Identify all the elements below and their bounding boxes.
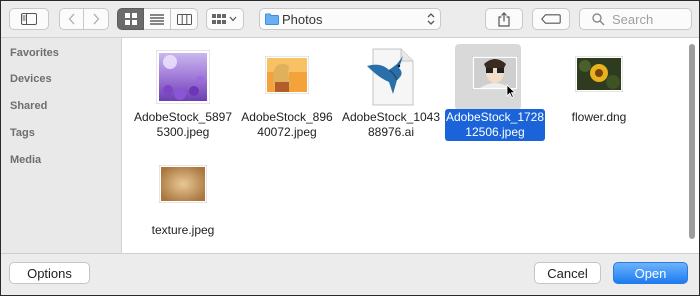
image-thumbnail (575, 56, 623, 92)
view-mode-selector (117, 8, 198, 30)
file-item-selected[interactable]: AdobeStock_1728 12506.jpeg (443, 40, 547, 144)
file-name: texture.jpeg (151, 223, 215, 237)
toolbar: Photos Search (1, 1, 699, 38)
search-placeholder: Search (612, 12, 654, 27)
grid-icon (124, 13, 137, 25)
options-button[interactable]: Options (9, 262, 90, 284)
file-item[interactable]: AdobeStock_1043 88976.ai (339, 40, 443, 144)
document-thumbnail (367, 48, 415, 106)
chevron-left-icon (68, 13, 75, 25)
chevron-right-icon (93, 13, 100, 25)
image-thumbnail (156, 50, 210, 104)
file-name: AdobeStock_1043 88976.ai (341, 110, 441, 139)
view-icons-button[interactable] (117, 8, 144, 30)
columns-icon (176, 13, 192, 25)
view-columns-button[interactable] (171, 8, 198, 30)
file-name: flower.dng (571, 110, 627, 124)
cancel-button[interactable]: Cancel (534, 262, 601, 284)
history-nav (59, 8, 109, 30)
location-popup[interactable]: Photos (259, 8, 441, 30)
scrollbar[interactable] (689, 44, 695, 239)
search-field[interactable]: Search (579, 8, 692, 30)
footer: Options Cancel Open (1, 253, 699, 295)
tag-button[interactable] (532, 8, 570, 30)
folder-icon (265, 13, 279, 25)
arrange-button[interactable] (206, 8, 244, 30)
file-browser: AdobeStock_5897 5300.jpeg AdobeStock_896 4… (122, 38, 699, 253)
arrange-grid-icon (212, 14, 237, 24)
sidebar-item-favorites[interactable]: Favorites (10, 47, 59, 59)
tag-icon (541, 14, 561, 24)
file-item[interactable]: AdobeStock_896 40072.jpeg (235, 40, 339, 144)
file-item[interactable]: AdobeStock_5897 5300.jpeg (131, 40, 235, 144)
share-button[interactable] (485, 8, 523, 30)
view-list-button[interactable] (144, 8, 171, 30)
forward-button[interactable] (84, 8, 109, 30)
search-icon (592, 13, 605, 26)
back-button[interactable] (59, 8, 84, 30)
sidebar-item-devices[interactable]: Devices (10, 73, 52, 85)
image-thumbnail (265, 56, 309, 94)
sidebar-item-shared[interactable]: Shared (10, 100, 47, 112)
file-item[interactable]: texture.jpeg (131, 151, 235, 251)
sidebar-toggle-button[interactable] (9, 8, 49, 30)
file-item[interactable]: flower.dng (547, 40, 651, 144)
file-name: AdobeStock_896 40072.jpeg (241, 110, 333, 139)
share-icon (498, 11, 510, 27)
image-thumbnail (159, 165, 207, 203)
file-name: AdobeStock_5897 5300.jpeg (133, 110, 233, 139)
sidebar: Favorites Devices Shared Tags Media (1, 38, 122, 253)
sidebar-icon (21, 13, 37, 25)
sidebar-item-tags[interactable]: Tags (10, 127, 35, 139)
sidebar-item-media[interactable]: Media (10, 154, 41, 166)
updown-chevron-icon (427, 13, 435, 25)
file-name: AdobeStock_1728 12506.jpeg (445, 110, 545, 139)
list-icon (150, 13, 164, 25)
location-label: Photos (282, 12, 323, 27)
open-button[interactable]: Open (613, 262, 688, 284)
open-file-dialog: Photos Search Favorites Devices Shared T… (0, 0, 700, 296)
cursor-icon (506, 84, 516, 98)
